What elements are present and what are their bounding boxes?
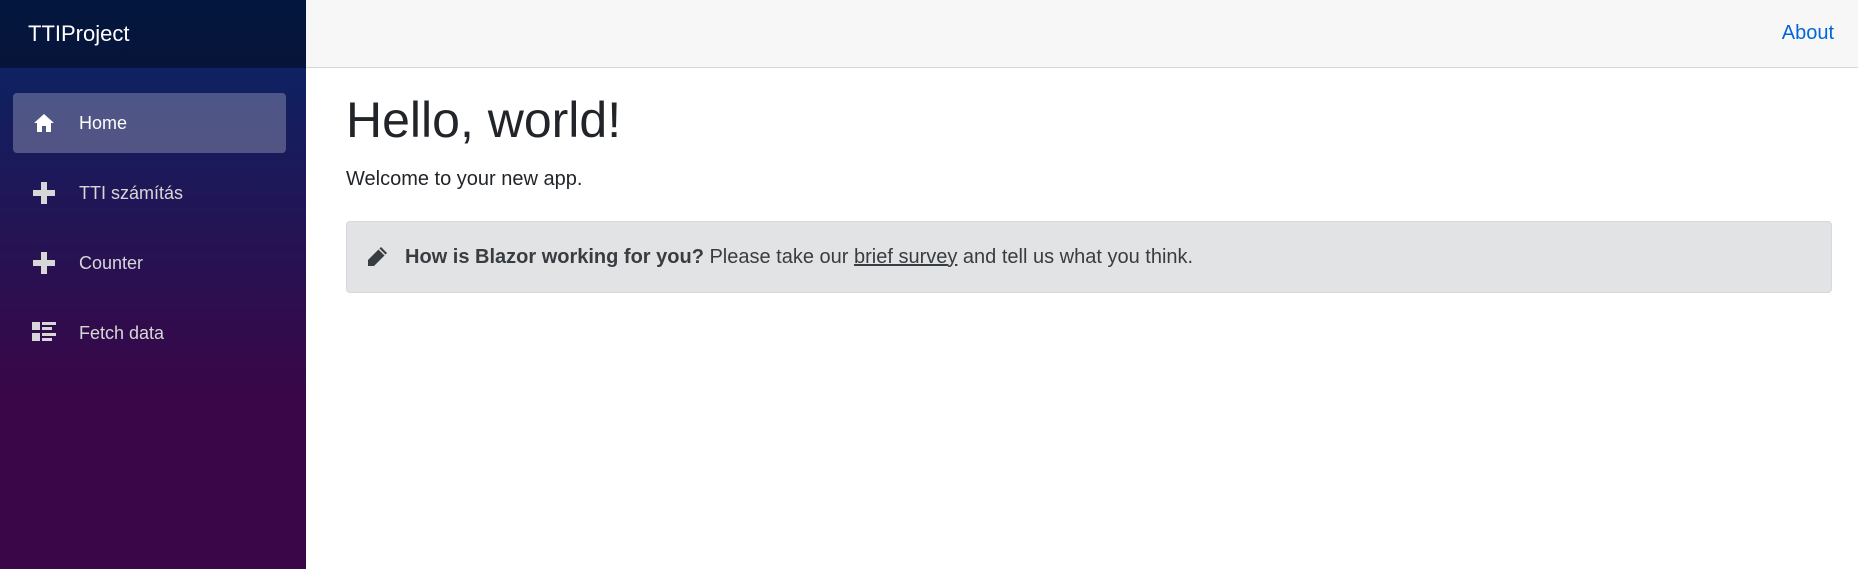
nav-label-tti: TTI számítás bbox=[79, 182, 184, 203]
main-area: About Hello, world! Welcome to your new … bbox=[306, 0, 1858, 569]
survey-text-before: Please take our bbox=[703, 245, 854, 268]
nav-label-fetch-data: Fetch data bbox=[79, 322, 165, 343]
nav-link-home[interactable]: Home bbox=[13, 93, 286, 153]
pencil-icon bbox=[365, 245, 389, 269]
app-root: TTIProject Home TTI számítás Counter Fet… bbox=[0, 0, 1858, 569]
page-title: Hello, world! bbox=[346, 92, 622, 148]
brand-bar: TTIProject bbox=[0, 0, 306, 68]
nav-item-fetch-data: Fetch data bbox=[0, 298, 306, 368]
nav-item-home: Home bbox=[0, 88, 306, 158]
survey-link[interactable]: brief survey bbox=[854, 246, 957, 269]
about-link[interactable]: About bbox=[1782, 22, 1834, 45]
nav-menu: Home TTI számítás Counter Fetch data bbox=[0, 68, 306, 368]
survey-question: How is Blazor working for you? bbox=[405, 245, 704, 268]
welcome-text: Welcome to your new app. bbox=[346, 168, 583, 190]
nav-label-home: Home bbox=[79, 112, 128, 133]
nav-link-fetch-data[interactable]: Fetch data bbox=[13, 303, 286, 363]
nav-item-tti: TTI számítás bbox=[0, 158, 306, 228]
survey-text-after: and tell us what you think. bbox=[957, 245, 1194, 268]
nav-link-tti[interactable]: TTI számítás bbox=[13, 163, 286, 223]
home-icon bbox=[31, 110, 57, 136]
top-row: About bbox=[306, 0, 1858, 68]
survey-prompt: How is Blazor working for you? Please ta… bbox=[346, 221, 1832, 293]
plus-icon bbox=[31, 180, 57, 206]
list-rich-icon bbox=[31, 320, 57, 346]
plus-icon bbox=[31, 250, 57, 276]
nav-label-counter: Counter bbox=[79, 252, 144, 273]
nav-item-counter: Counter bbox=[0, 228, 306, 298]
brand-link[interactable]: TTIProject bbox=[28, 21, 129, 47]
content: Hello, world! Welcome to your new app. H… bbox=[306, 68, 1858, 293]
sidebar: TTIProject Home TTI számítás Counter Fet… bbox=[0, 0, 306, 569]
nav-link-counter[interactable]: Counter bbox=[13, 233, 286, 293]
